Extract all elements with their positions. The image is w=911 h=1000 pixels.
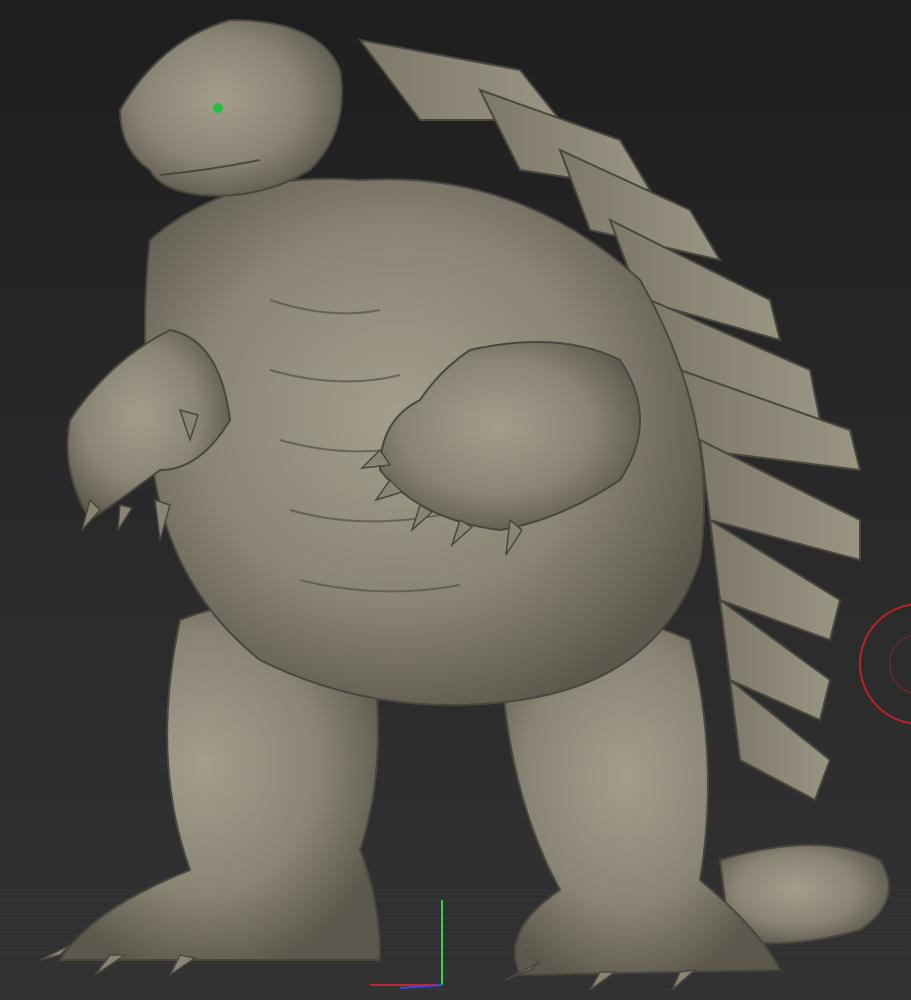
rotate-ring-inner: [889, 634, 911, 694]
head: [118, 18, 343, 197]
3d-viewport[interactable]: [0, 0, 911, 1000]
rotate-ring-outer: [859, 603, 911, 725]
eye: [213, 103, 223, 113]
creature-sculpt-model[interactable]: [0, 0, 911, 1000]
axis-gizmo: [370, 900, 443, 989]
rotate-gizmo[interactable]: [852, 600, 911, 730]
